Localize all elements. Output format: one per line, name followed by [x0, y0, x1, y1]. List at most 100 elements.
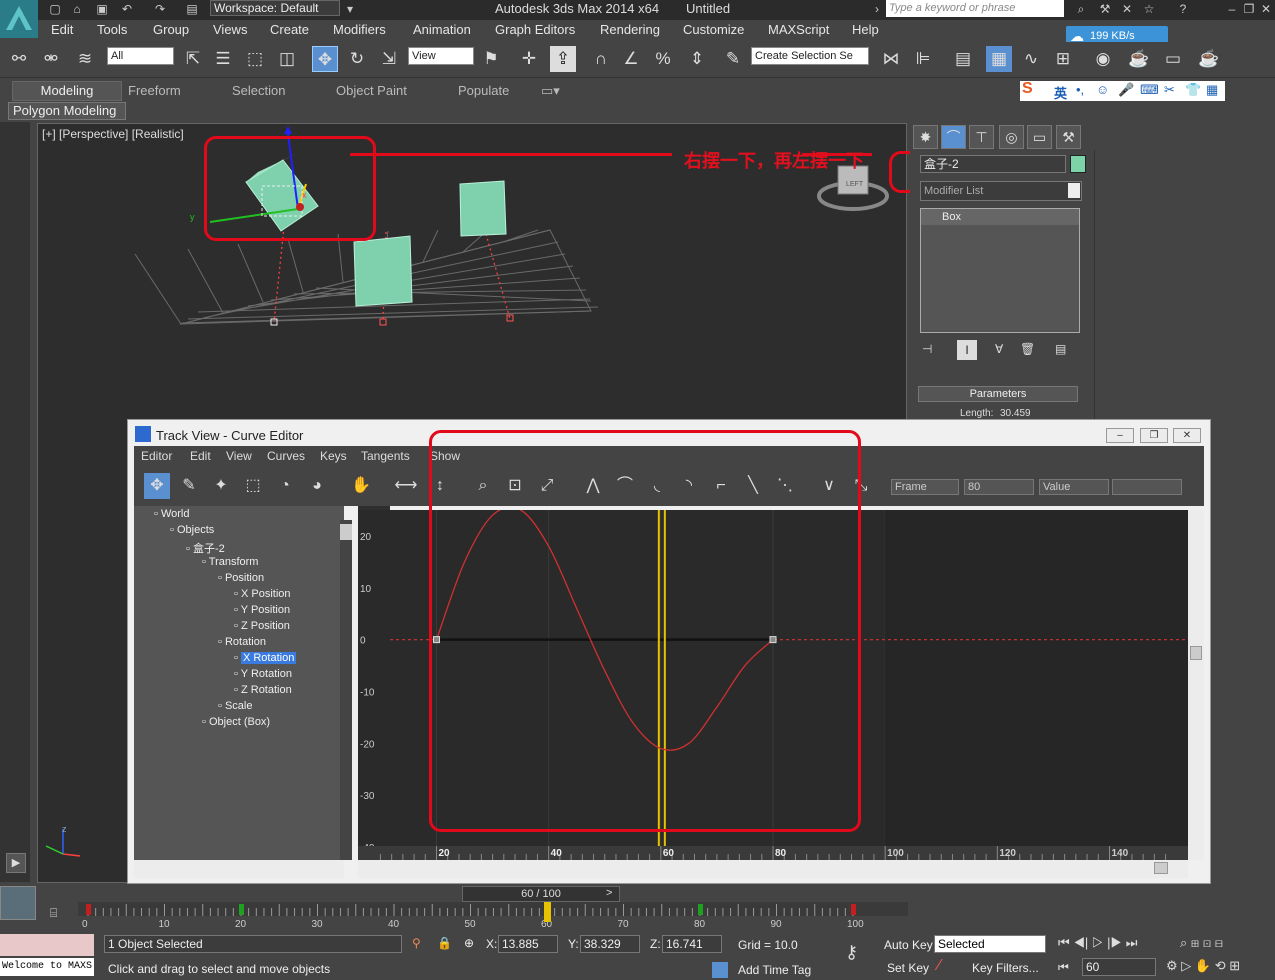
- viewport-label[interactable]: [+] [Perspective] [Realistic]: [42, 127, 184, 141]
- selection-filter-select[interactable]: All: [107, 47, 174, 65]
- object-color-swatch[interactable]: [1070, 155, 1086, 173]
- keyboard-shortcut-override-icon[interactable]: ⇪: [550, 46, 576, 72]
- display-tab-icon[interactable]: ▭: [1027, 125, 1052, 149]
- new-file-icon[interactable]: ▢: [48, 2, 62, 16]
- menu-views[interactable]: Views: [213, 22, 247, 37]
- close-button[interactable]: ✕: [1173, 428, 1201, 443]
- track-bar-key[interactable]: [851, 904, 856, 915]
- current-time-marker[interactable]: [544, 902, 551, 922]
- zoom-icon[interactable]: ⌕: [1180, 935, 1187, 950]
- curve-hscroll[interactable]: [358, 860, 1188, 878]
- search-input[interactable]: Type a keyword or phrase: [886, 0, 1064, 17]
- retime-all-icon[interactable]: ◕: [304, 473, 330, 499]
- spinner-snap-icon[interactable]: ⇕: [684, 46, 710, 72]
- tree-node[interactable]: ▫ Position: [218, 572, 264, 584]
- save-icon[interactable]: ▣: [95, 2, 109, 16]
- curve-hscroll-thumb[interactable]: [1154, 862, 1168, 874]
- menu-edit[interactable]: Edit: [51, 22, 73, 37]
- length-value[interactable]: 30.459: [1000, 408, 1031, 419]
- rect-selection-icon[interactable]: ⬚: [242, 46, 268, 72]
- track-bar-key[interactable]: [239, 904, 244, 915]
- auto-key-button[interactable]: Auto Key: [884, 938, 933, 952]
- tree-node[interactable]: ▫ Scale: [218, 700, 253, 712]
- prev-key-icon[interactable]: ◀|: [1073, 935, 1088, 950]
- tab-object-paint[interactable]: Object Paint: [336, 83, 407, 98]
- key-mode-toggle-icon[interactable]: ⏮: [1058, 960, 1069, 975]
- maximize-viewport-icon[interactable]: ⊞: [1229, 958, 1240, 973]
- project-folder-icon[interactable]: ▤: [185, 2, 199, 16]
- track-bar[interactable]: 0 10 20 30 40 50 60 70 80 90 100: [78, 902, 908, 930]
- menu-help[interactable]: Help: [852, 22, 879, 37]
- modify-tab-icon[interactable]: ⌒: [941, 125, 966, 149]
- track-bar-key[interactable]: [86, 904, 91, 915]
- sogou-icon[interactable]: S: [1022, 80, 1033, 98]
- tree-node[interactable]: ▫ Y Position: [234, 604, 290, 616]
- key-mode-select[interactable]: Selected: [934, 935, 1046, 953]
- angle-snap-icon[interactable]: ∠: [618, 46, 644, 72]
- pan-icon[interactable]: ✋: [348, 473, 374, 499]
- object-name-field[interactable]: 盒子-2: [920, 155, 1066, 173]
- menu-customize[interactable]: Customize: [683, 22, 744, 37]
- tv-menu-view[interactable]: View: [226, 449, 252, 463]
- retime-tool-icon[interactable]: ◔: [272, 473, 298, 499]
- next-frame-icon[interactable]: >: [606, 887, 612, 899]
- zoom-all-icon[interactable]: ⊞: [1191, 935, 1199, 950]
- curve-vscroll-thumb[interactable]: [1190, 646, 1202, 660]
- move-icon[interactable]: ✥: [312, 46, 338, 72]
- chevron-down-icon[interactable]: [1068, 183, 1080, 198]
- menu-tools[interactable]: Tools: [97, 22, 127, 37]
- isolate-icon[interactable]: ⚲: [412, 936, 421, 950]
- menu-group[interactable]: Group: [153, 22, 189, 37]
- add-time-tag[interactable]: Add Time Tag: [738, 963, 811, 977]
- tree-node[interactable]: ▫ X Position: [234, 588, 291, 600]
- minimize-icon[interactable]: –: [1225, 2, 1239, 16]
- subscription-icon[interactable]: ⚒: [1098, 2, 1112, 16]
- tree-node[interactable]: ▫ Transform: [202, 556, 258, 568]
- region-tool-icon[interactable]: ⬚: [240, 473, 266, 499]
- motion-tab-icon[interactable]: ◎: [999, 125, 1024, 149]
- favorites-icon[interactable]: ☆: [1142, 2, 1156, 16]
- zoom-extents-all-icon[interactable]: ⊟: [1215, 935, 1223, 950]
- tab-selection[interactable]: Selection: [232, 83, 285, 98]
- tree-node[interactable]: ▫ Z Position: [234, 620, 290, 632]
- move-keys-icon[interactable]: ✥: [144, 473, 170, 499]
- show-end-result-icon[interactable]: I: [957, 340, 977, 360]
- scale-icon[interactable]: ⇲: [376, 46, 402, 72]
- menu-rendering[interactable]: Rendering: [600, 22, 660, 37]
- select-manipulate-icon[interactable]: ✛: [516, 46, 542, 72]
- tree-node[interactable]: ▫ Object (Box): [202, 716, 270, 728]
- menu-animation[interactable]: Animation: [413, 22, 471, 37]
- zoom-extents-icon[interactable]: ⊡: [1203, 935, 1211, 950]
- hierarchy-tab-icon[interactable]: ⊤: [969, 125, 994, 149]
- create-tab-icon[interactable]: ✸: [913, 125, 938, 149]
- remove-modifier-icon[interactable]: 🗑: [1020, 342, 1035, 356]
- pin-stack-icon[interactable]: ⊣: [922, 342, 932, 356]
- maxscript-mini-listener[interactable]: Welcome to MAXS: [0, 958, 94, 976]
- help-icon[interactable]: ?: [1176, 2, 1190, 16]
- ime-tools-icon[interactable]: ✂: [1164, 82, 1175, 98]
- rendered-frame-icon[interactable]: ▭: [1160, 46, 1186, 72]
- bind-space-warp-icon[interactable]: ≋: [72, 46, 98, 72]
- mini-curve-toggle-icon[interactable]: [0, 886, 36, 920]
- ime-emoji-icon[interactable]: ☺: [1096, 82, 1109, 97]
- value-field[interactable]: [1112, 479, 1182, 495]
- workspace-dropdown[interactable]: Workspace: Default: [210, 0, 340, 16]
- next-key-icon[interactable]: |▶: [1107, 935, 1122, 950]
- open-file-icon[interactable]: ⌂: [70, 2, 84, 16]
- percent-snap-icon[interactable]: %: [650, 46, 676, 72]
- maximize-button[interactable]: ❐: [1140, 428, 1168, 443]
- render-setup-icon[interactable]: ☕: [1126, 46, 1152, 72]
- tv-menu-tangents[interactable]: Tangents: [361, 449, 410, 463]
- curve-vscroll[interactable]: [1188, 510, 1204, 860]
- ime-skin-icon[interactable]: 👕: [1185, 82, 1201, 98]
- fov-icon[interactable]: ▷: [1181, 958, 1191, 973]
- maxscript-listener-pink[interactable]: [0, 934, 94, 956]
- tree-node[interactable]: ▫ Z Rotation: [234, 684, 292, 696]
- parameters-rollout[interactable]: Parameters: [918, 386, 1078, 402]
- tree-node[interactable]: ▫ World: [154, 508, 190, 520]
- current-frame-field[interactable]: 60: [1082, 958, 1156, 976]
- frame-field[interactable]: 80: [964, 479, 1034, 495]
- tree-node[interactable]: ▫ Objects: [170, 524, 214, 536]
- time-tag-icon[interactable]: [712, 962, 728, 978]
- tv-menu-curves[interactable]: Curves: [267, 449, 305, 463]
